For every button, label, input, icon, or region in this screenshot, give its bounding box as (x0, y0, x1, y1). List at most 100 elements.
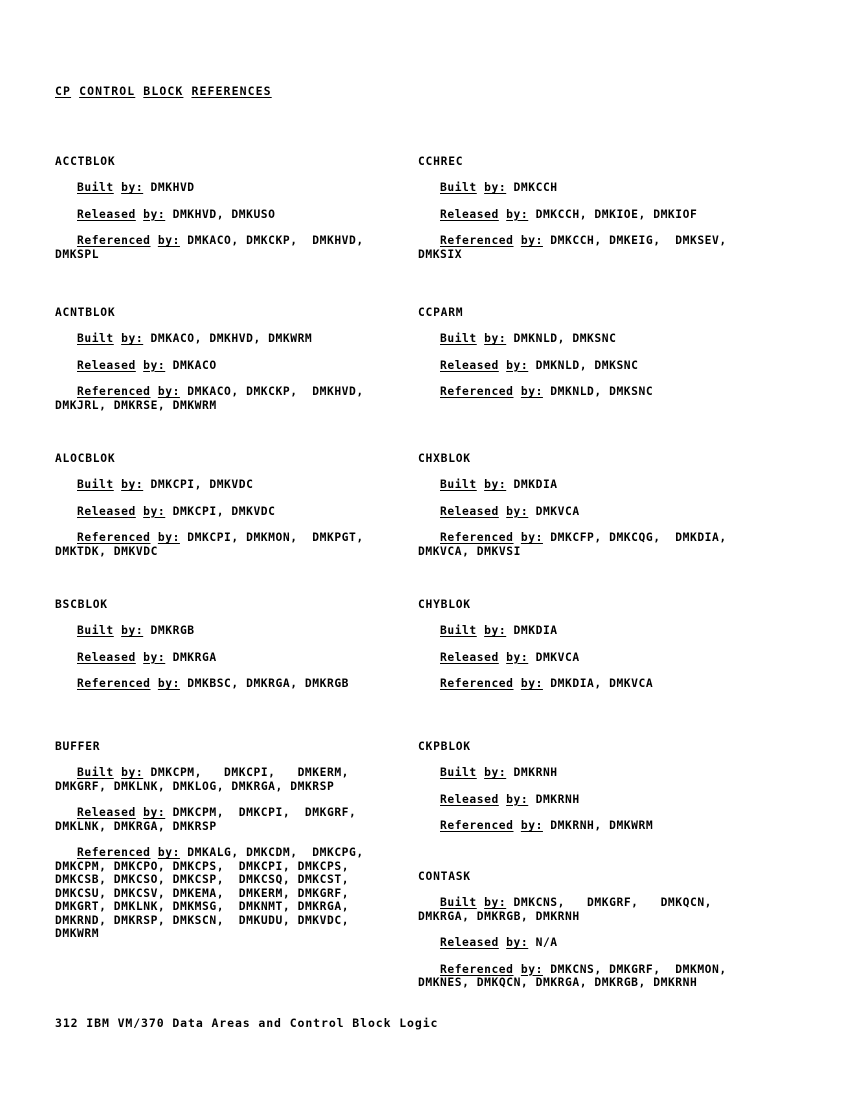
released-value: DMKACO (172, 358, 217, 372)
by-label: by: (520, 385, 543, 398)
referenced-value-continued: DMKSIX (418, 247, 463, 261)
released-label: Released (77, 504, 136, 518)
released-field: Released by: DMKNLD, DMKSNC (440, 359, 778, 373)
released-label: Released (440, 207, 499, 221)
released-value: DMKRNH (535, 792, 580, 806)
by-label: by: (506, 207, 529, 221)
referenced-field: Referenced by: DMKACO, DMKCKP, DMKHVD, DM… (55, 385, 415, 412)
released-value: DMKVCA (535, 504, 580, 518)
referenced-value: DMKACO, DMKCKP, DMKHVD, (187, 385, 364, 398)
released-field: Released by: DMKVCA (440, 505, 778, 519)
control-block-entry: CKPBLOK Built by: DMKRNH Released by: DMKR… (418, 740, 778, 833)
document-page: CP CONTROL BLOCK REFERENCES ACCTBLOK Buil… (0, 0, 849, 1100)
referenced-label: Referenced (440, 531, 514, 544)
built-label: Built (440, 766, 477, 779)
referenced-label: Referenced (440, 819, 514, 832)
built-field: Built by: DMKNLD, DMKSNC (440, 332, 778, 346)
control-block-entry: CHYBLOK Built by: DMKDIA Released by: DMKV… (418, 598, 778, 691)
control-block-name: CCHREC (418, 155, 464, 168)
referenced-label: Referenced (77, 234, 151, 247)
built-field: Built by: DMKCPM, DMKCPI, DMKERM, DMKGRF,… (55, 766, 415, 793)
referenced-field: Referenced by: DMKCPI, DMKMON, DMKPGT, DM… (55, 531, 415, 558)
built-label: Built (440, 896, 477, 909)
referenced-value: DMKALG, DMKCDM, DMKCPG, (187, 846, 364, 859)
built-value: DMKCPI, DMKVDC (150, 478, 254, 491)
built-value-continued: DMKGRF, DMKLNK, DMKLOG, DMKRGA, DMKRSP (55, 779, 335, 793)
referenced-value: DMKCFP, DMKCQG, DMKDIA, (550, 531, 727, 544)
control-block-entry: ACNTBLOK Built by: DMKACO, DMKHVD, DMKWRM… (55, 306, 415, 412)
by-label: by: (484, 896, 507, 909)
referenced-label: Referenced (440, 385, 514, 398)
built-field: Built by: DMKCPI, DMKVDC (77, 478, 415, 492)
referenced-value-continued: DMKRND, DMKRSP, DMKSCN, DMKUDU, DMKVDC, (55, 913, 350, 927)
built-label: Built (77, 766, 114, 779)
built-value: DMKRGB (150, 624, 195, 637)
released-field: Released by: DMKVCA (440, 651, 778, 665)
built-value: DMKNLD, DMKSNC (513, 332, 617, 345)
referenced-value-continued: DMKCSU, DMKCSV, DMKEMA, DMKERM, DMKGRF, (55, 886, 350, 900)
referenced-value-continued: DMKSPL (55, 247, 100, 261)
control-block-entry: CONTASK Built by: DMKCNS, DMKGRF, DMKQCN,… (418, 870, 778, 990)
by-label: by: (121, 478, 144, 491)
built-label: Built (440, 181, 477, 194)
released-value: DMKHVD, DMKUSO (172, 207, 276, 221)
by-label: by: (143, 358, 166, 372)
by-label: by: (143, 207, 166, 221)
by-label: by: (520, 962, 543, 976)
referenced-value: DMKACO, DMKCKP, DMKHVD, (187, 234, 364, 247)
by-label: by: (143, 504, 166, 518)
released-label: Released (77, 207, 136, 221)
released-value: DMKVCA (535, 650, 580, 664)
by-label: by: (484, 181, 507, 194)
referenced-value: DMKCCH, DMKEIG, DMKSEV, (550, 234, 727, 247)
referenced-field: Referenced by: DMKRNH, DMKWRM (440, 819, 778, 833)
by-label: by: (506, 504, 529, 518)
released-field: Released by: DMKCPI, DMKVDC (77, 505, 415, 519)
referenced-field: Referenced by: DMKACO, DMKCKP, DMKHVD, DM… (55, 234, 415, 261)
page-title-word: REFERENCES (191, 84, 272, 98)
referenced-value-continued: DMKJRL, DMKRSE, DMKWRM (55, 398, 217, 412)
referenced-label: Referenced (77, 531, 151, 544)
built-value: DMKACO, DMKHVD, DMKWRM (150, 332, 313, 345)
by-label: by: (121, 624, 144, 637)
referenced-value: DMKBSC, DMKRGA, DMKRGB (187, 677, 350, 690)
built-label: Built (77, 332, 114, 345)
built-label: Built (440, 478, 477, 491)
referenced-value-continued: DMKTDK, DMKVDC (55, 544, 158, 558)
built-value: DMKDIA (513, 624, 558, 637)
control-block-name: ACNTBLOK (55, 306, 116, 319)
built-value-continued: DMKRGA, DMKRGB, DMKRNH (418, 909, 580, 923)
control-block-entry: BUFFER Built by: DMKCPM, DMKCPI, DMKERM, D… (55, 740, 415, 941)
released-label: Released (77, 806, 136, 819)
referenced-value-continued: DMKVCA, DMKVSI (418, 544, 521, 558)
referenced-value: DMKDIA, DMKVCA (550, 677, 654, 690)
built-field: Built by: DMKCNS, DMKGRF, DMKQCN, DMKRGA,… (418, 896, 778, 923)
by-label: by: (506, 650, 529, 664)
control-block-entry: CCPARM Built by: DMKNLD, DMKSNC Released b… (418, 306, 778, 399)
built-value: DMKRNH (513, 766, 558, 779)
referenced-label: Referenced (440, 234, 514, 247)
page-title-word: CONTROL (79, 84, 136, 98)
referenced-label: Referenced (440, 962, 514, 976)
built-label: Built (440, 332, 477, 345)
built-field: Built by: DMKDIA (440, 624, 778, 638)
control-block-name: CHYBLOK (418, 598, 471, 611)
page-title-word: CP (55, 84, 72, 98)
released-value: DMKCCH, DMKIOE, DMKIOF (535, 207, 698, 221)
